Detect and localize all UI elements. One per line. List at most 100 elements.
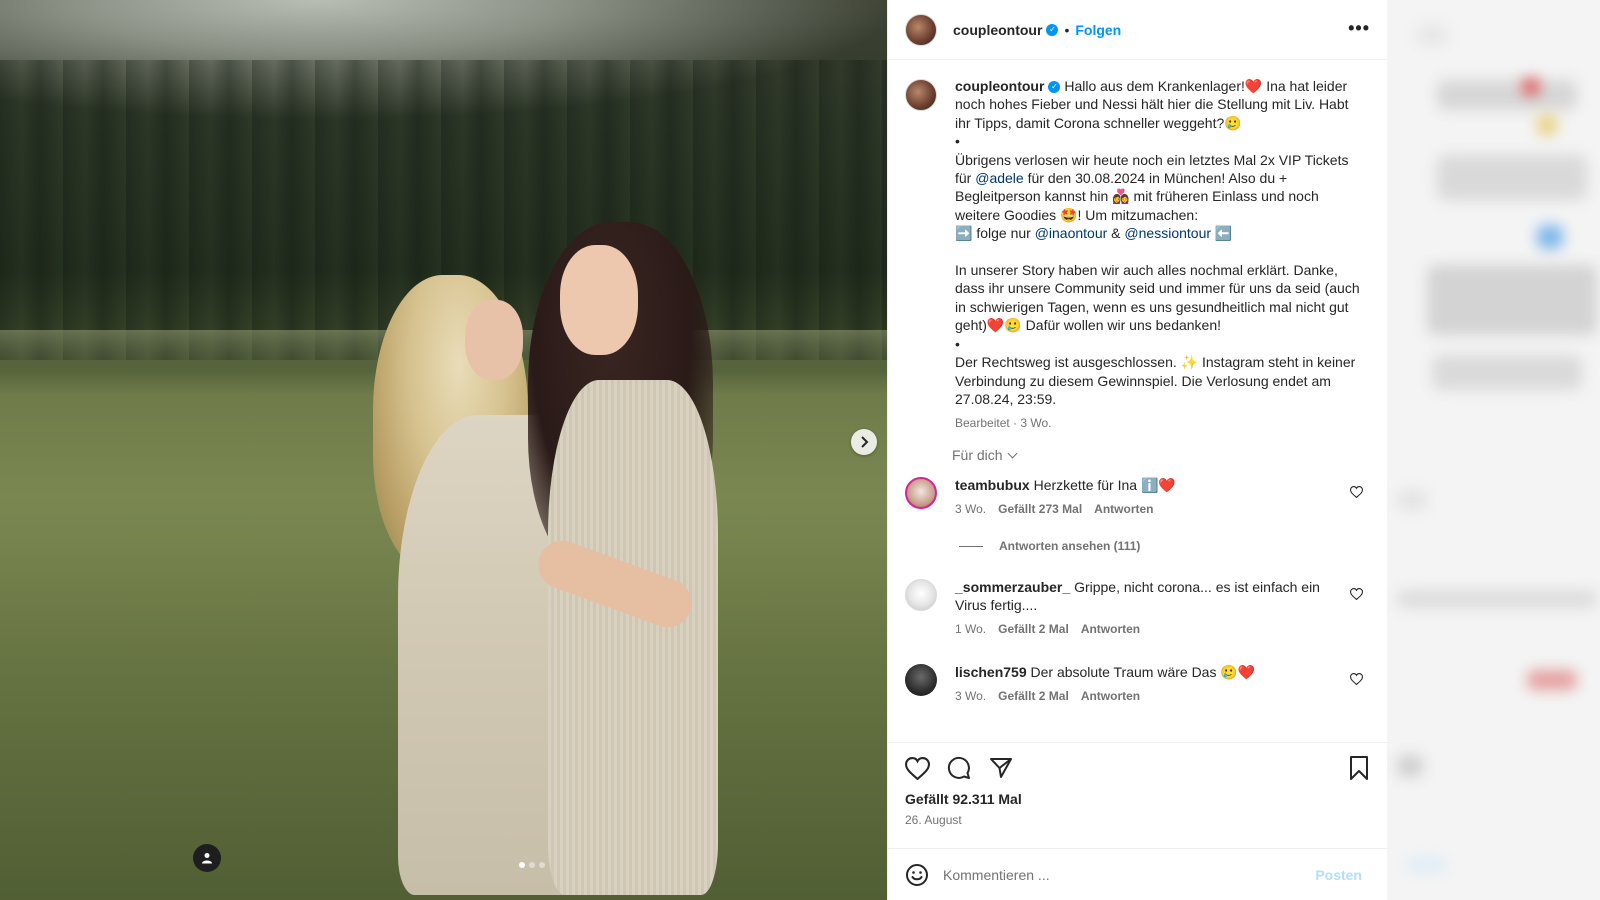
commenter-avatar[interactable] (905, 477, 937, 509)
comment-text: Der absolute Traum wäre Das (1030, 664, 1221, 680)
photo-person-brunette-outfit (548, 380, 718, 895)
blurred-background-feed (1387, 0, 1600, 900)
save-button[interactable] (1346, 755, 1372, 781)
caption-paragraph: In unserer Story haben wir auch alles no… (955, 261, 1360, 335)
author-avatar[interactable] (905, 13, 937, 46)
comment-body: lischen759 Der absolute Traum wäre Das 🥲… (955, 663, 1345, 705)
smile-emoji-icon: 🥲 (1220, 664, 1238, 680)
reply-button[interactable]: Antworten (1081, 622, 1140, 636)
reply-button[interactable]: Antworten (1081, 689, 1140, 703)
comment-time[interactable]: 1 Wo. (955, 622, 986, 636)
post-photo[interactable] (0, 0, 905, 900)
comment-text: Herzkette für Ina (1033, 477, 1141, 493)
next-photo-button[interactable] (851, 429, 877, 455)
comment-item: teambubux Herzkette für Ina ℹ️❤️ 3 Wo. Ge… (905, 476, 1375, 518)
blurred-element (1537, 115, 1557, 135)
heart-icon (904, 756, 930, 780)
comment-likes[interactable]: Gefällt 2 Mal (998, 689, 1069, 703)
like-count[interactable]: Gefällt 92.311 Mal (905, 791, 1022, 807)
bookmark-icon (1350, 756, 1368, 780)
comment-username[interactable]: lischen759 (955, 664, 1027, 680)
heart-emoji-icon: ❤️ (1244, 78, 1263, 94)
mention-link[interactable]: @adele (975, 170, 1023, 186)
blurred-element (1417, 25, 1447, 45)
verified-badge-icon: ✓ (1048, 81, 1061, 94)
caption-text-segment: Hallo aus dem Krankenlager! (1064, 78, 1245, 94)
comment-composer: Posten (888, 848, 1388, 900)
caption-text-segment: ! Um mitzumachen: (1077, 206, 1199, 223)
comment-body: teambubux Herzkette für Ina ℹ️❤️ 3 Wo. Ge… (955, 476, 1345, 518)
caption-paragraph: Der Rechtsweg ist ausgeschlossen. ✨ Inst… (955, 353, 1360, 408)
blurred-element (1427, 265, 1597, 335)
comment-time[interactable]: 3 Wo. (955, 502, 986, 516)
comment-meta: 3 Wo. Gefällt 273 Mal Antworten (955, 500, 1345, 518)
caption-text-segment: Der Rechtsweg ist ausgeschlossen. (955, 354, 1181, 371)
comment-like-heart-icon[interactable] (1350, 588, 1363, 600)
comment-like-heart-icon[interactable] (1350, 486, 1363, 498)
comment-likes[interactable]: Gefällt 273 Mal (998, 502, 1082, 516)
blurred-element (1407, 858, 1447, 872)
chevron-right-icon (861, 436, 869, 448)
reply-button[interactable]: Antworten (1094, 502, 1153, 516)
comment-username[interactable]: _sommerzauber_ (955, 579, 1070, 595)
post-comment-button[interactable]: Posten (1315, 867, 1362, 883)
comment-button[interactable] (946, 755, 972, 781)
caption-bullet: • (955, 133, 960, 150)
commenter-avatar[interactable] (905, 664, 937, 696)
blurred-element (1537, 225, 1563, 249)
blurred-element (1397, 590, 1597, 608)
arrow-right-emoji-icon: ➡️ (955, 225, 973, 242)
action-icons (904, 755, 1014, 781)
caption-text-segment: Dafür wollen wir uns bedanken! (1021, 317, 1222, 334)
like-button[interactable] (904, 755, 930, 781)
comment-sort-label: Für dich (952, 447, 1003, 463)
comment-sort-dropdown[interactable]: Für dich (952, 447, 1018, 463)
carousel-dot (539, 862, 545, 868)
user-tag-icon (202, 853, 212, 864)
caption-text-segment: & (1107, 225, 1125, 242)
mention-link[interactable]: @nessiontour (1124, 225, 1211, 241)
caption-paragraph: coupleontour ✓ Hallo aus dem Krankenlager… (955, 77, 1360, 132)
header-separator: • (1064, 21, 1070, 38)
comment-like-heart-icon[interactable] (1350, 673, 1363, 685)
caption-paragraph: ➡️ folge nur @inaontour & @nessiontour ⬅… (955, 224, 1360, 242)
user-tag-button[interactable] (193, 844, 221, 872)
share-button[interactable] (988, 755, 1014, 781)
blurred-element (1432, 355, 1582, 390)
caption-bullet: • (955, 335, 960, 352)
caption-author-avatar[interactable] (905, 79, 937, 111)
comment-input[interactable] (943, 866, 1303, 883)
photo-person-blonde-face (465, 300, 523, 380)
caption-paragraph: Übrigens verlosen wir heute noch ein let… (955, 151, 1360, 225)
post-caption: coupleontour ✓ Hallo aus dem Krankenlager… (905, 77, 1375, 433)
post-actions-bar: Gefällt 92.311 Mal 26. August (888, 742, 1388, 830)
info-emoji-icon: ℹ️ (1140, 477, 1159, 493)
comment-body: _sommerzauber_ Grippe, nicht corona... e… (955, 578, 1345, 638)
smile-emoji-icon: 🥲 (1004, 317, 1022, 334)
photo-person-brunette-face (560, 245, 638, 355)
comment-likes[interactable]: Gefällt 2 Mal (998, 622, 1069, 636)
smile-emoji-icon: 🥲 (1224, 114, 1242, 131)
commenter-avatar[interactable] (905, 579, 937, 611)
sparkle-emoji-icon: ✨ (1180, 354, 1199, 371)
caption-edited-time: Bearbeitet · 3 Wo. (955, 416, 1052, 431)
mention-link[interactable]: @inaontour (1035, 225, 1108, 241)
caption-username[interactable]: coupleontour (955, 78, 1044, 94)
blurred-element (1397, 755, 1423, 777)
view-replies-button[interactable]: Antworten ansehen (111) (959, 539, 1140, 553)
author-username[interactable]: coupleontour (953, 22, 1042, 38)
caption-text: coupleontour ✓ Hallo aus dem Krankenlager… (955, 77, 1360, 433)
post-date[interactable]: 26. August (905, 813, 962, 827)
comments-scroll-area[interactable]: coupleontour ✓ Hallo aus dem Krankenlager… (888, 61, 1388, 741)
comment-username[interactable]: teambubux (955, 477, 1030, 493)
star-eyes-emoji-icon: 🤩 (1060, 206, 1078, 223)
carousel-dot-active (519, 862, 525, 868)
follow-button[interactable]: Folgen (1075, 22, 1121, 38)
more-options-icon[interactable]: ••• (1348, 18, 1370, 39)
comment-meta: 1 Wo. Gefällt 2 Mal Antworten (955, 620, 1345, 638)
heart-emoji-icon: ❤️ (986, 317, 1005, 334)
heart-emoji-icon: ❤️ (1237, 664, 1256, 680)
replies-divider (959, 545, 983, 547)
comment-time[interactable]: 3 Wo. (955, 689, 986, 703)
emoji-icon[interactable] (905, 863, 929, 887)
